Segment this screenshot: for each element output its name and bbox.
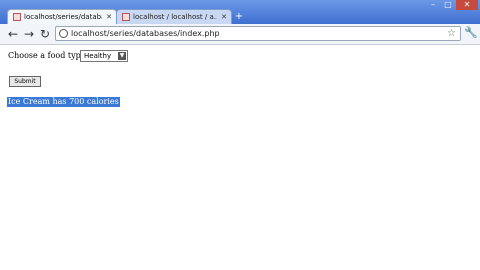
page-favicon-icon bbox=[122, 13, 130, 21]
tab-active[interactable]: localhost/series/database... ✕ bbox=[7, 9, 117, 24]
tab-close-icon[interactable]: ✕ bbox=[221, 10, 227, 24]
page-content: Choose a food type: Healthy ▼ Submit Ice… bbox=[0, 45, 480, 270]
food-type-select[interactable]: Healthy ▼ bbox=[80, 50, 128, 62]
forward-arrow-icon[interactable]: → bbox=[22, 27, 36, 41]
address-bar[interactable]: localhost/series/databases/index.php ☆ bbox=[55, 26, 461, 41]
browser-toolbar: ← → ↻ localhost/series/databases/index.p… bbox=[0, 24, 480, 45]
submit-button[interactable]: Submit bbox=[9, 76, 41, 87]
tab-close-icon[interactable]: ✕ bbox=[106, 10, 112, 24]
browser-tab-strip: localhost/series/database... ✕ localhost… bbox=[0, 0, 480, 24]
globe-icon bbox=[59, 29, 68, 38]
maximize-window-icon[interactable]: □ bbox=[441, 0, 455, 10]
close-window-icon[interactable]: ✕ bbox=[456, 0, 478, 10]
minimize-window-icon[interactable]: – bbox=[426, 0, 440, 10]
url-text: localhost/series/databases/index.php bbox=[71, 29, 220, 38]
page-favicon-icon bbox=[13, 13, 21, 21]
dropdown-arrow-icon: ▼ bbox=[118, 52, 126, 60]
result-text: Ice Cream has 700 calories bbox=[7, 97, 120, 107]
new-tab-button[interactable]: + bbox=[234, 9, 244, 24]
tab-title: localhost / localhost / a... bbox=[133, 13, 217, 21]
tab-title: localhost/series/database... bbox=[24, 13, 102, 21]
wrench-menu-icon[interactable]: 🔧 bbox=[464, 26, 478, 40]
bookmark-star-icon[interactable]: ☆ bbox=[447, 27, 456, 40]
food-type-label: Choose a food type: bbox=[8, 51, 89, 60]
reload-icon[interactable]: ↻ bbox=[38, 27, 52, 41]
tab-inactive[interactable]: localhost / localhost / a... ✕ bbox=[116, 9, 232, 24]
back-arrow-icon[interactable]: ← bbox=[6, 27, 20, 41]
food-type-selected-value: Healthy bbox=[84, 52, 112, 60]
